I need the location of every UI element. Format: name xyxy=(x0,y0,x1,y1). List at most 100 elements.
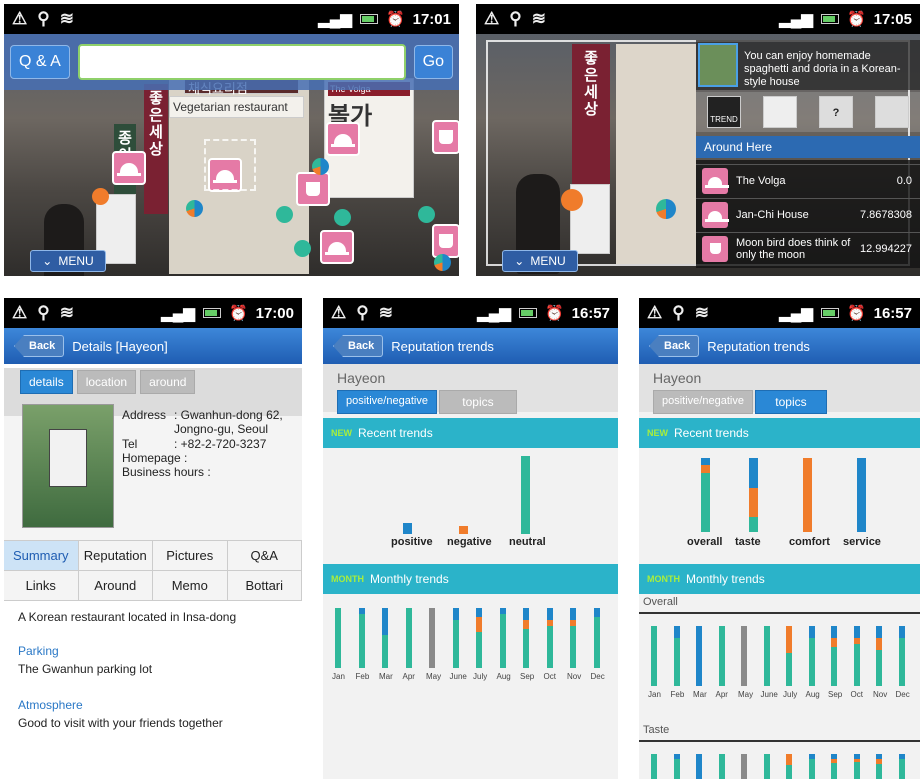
orange-poi-dot[interactable] xyxy=(92,188,109,205)
cafe-poi-icon[interactable] xyxy=(296,172,330,206)
bar-segment-positive xyxy=(570,608,576,620)
month-label: June xyxy=(449,672,467,681)
menu-qa[interactable]: Q&A xyxy=(227,541,302,571)
teal-poi-dot[interactable] xyxy=(294,240,311,257)
menu-around[interactable]: Around xyxy=(78,571,153,601)
bar-segment-neutral xyxy=(898,759,905,779)
list-item[interactable]: Moon bird does think of only the moon 12… xyxy=(696,232,920,264)
restaurant-name: Hayeon xyxy=(653,370,702,386)
around-list: The Volga 0.0 Jan-Chi House 7.8678308 Mo… xyxy=(696,160,920,268)
wifi-icon: ≋ xyxy=(59,9,74,28)
bar-segment-positive xyxy=(876,626,882,638)
menu-memo[interactable]: Memo xyxy=(153,571,228,601)
bar-segment-positive xyxy=(853,626,860,638)
page-title: Reputation trends xyxy=(707,338,810,354)
tab-topics[interactable]: topics xyxy=(754,390,827,414)
details-tabs: details location around xyxy=(20,370,302,394)
qa-icon[interactable]: ? xyxy=(819,96,853,128)
popup-panel[interactable]: You can enjoy homemade spaghetti and dor… xyxy=(696,40,920,90)
tab-positive-negative[interactable]: positive/negative xyxy=(337,390,437,414)
restaurant-poi-icon[interactable] xyxy=(326,122,360,156)
back-button[interactable]: Back xyxy=(14,335,65,357)
menu-button[interactable]: ⌄ MENU xyxy=(30,250,106,272)
month-label: June xyxy=(760,690,778,699)
bar-segment-neutral xyxy=(718,754,725,779)
bar-segment-positive xyxy=(546,608,553,620)
bar-segment-neutral xyxy=(382,635,388,668)
search-bar: Q & A Go xyxy=(4,34,459,90)
menu-pictures[interactable]: Pictures xyxy=(153,541,228,571)
month-label: July xyxy=(783,690,798,699)
tab-topics[interactable]: topics xyxy=(438,390,517,414)
restaurant-poi-icon[interactable] xyxy=(320,230,354,264)
cafe-icon xyxy=(702,235,728,262)
status-time: 17:01 xyxy=(412,10,451,28)
bar-segment-positive xyxy=(898,626,905,638)
bar-segment-positive xyxy=(452,608,459,620)
pie-poi-dot[interactable] xyxy=(434,254,451,271)
focus-frame xyxy=(204,139,256,191)
bar-segment-negative xyxy=(786,626,792,653)
trend-icon[interactable]: TREND xyxy=(707,96,741,128)
tab-details[interactable]: details xyxy=(20,370,73,394)
teal-poi-dot[interactable] xyxy=(276,206,293,223)
tab-positive-negative[interactable]: positive/negative xyxy=(653,390,753,414)
menu-bottari[interactable]: Bottari xyxy=(227,571,302,601)
bar-segment-neutral xyxy=(831,647,837,686)
status-bar: ⚠ ⚲ ≋ ▂▄▆ ⏰ 16:57 xyxy=(323,298,618,328)
menu-reputation[interactable]: Reputation xyxy=(78,541,153,571)
month-label: Mar xyxy=(379,672,393,681)
bar-neutral xyxy=(521,456,530,534)
cafe-poi-icon[interactable] xyxy=(432,224,459,258)
alert-icon: ⚠ xyxy=(331,303,347,322)
month-label: Mar xyxy=(693,690,707,699)
bar-segment-neutral xyxy=(651,626,657,686)
go-button[interactable]: Go xyxy=(413,45,453,79)
page-title: Details [Hayeon] xyxy=(72,338,168,354)
month-label: Dec xyxy=(590,672,605,681)
menu-links[interactable]: Links xyxy=(4,571,79,601)
people-icon[interactable] xyxy=(875,96,909,128)
new-tag: NEW xyxy=(647,428,668,438)
bar-segment-neutral xyxy=(853,761,860,779)
wifi-icon: ≋ xyxy=(694,303,709,322)
signal-icon: ▂▄▆ xyxy=(779,11,813,28)
chevron-down-icon: ⌄ xyxy=(42,254,53,268)
bar-segment-neutral xyxy=(673,638,680,686)
restaurant-poi-icon[interactable] xyxy=(112,151,146,185)
back-button[interactable]: Back xyxy=(649,335,700,357)
bar-segment-neutral xyxy=(763,626,770,686)
bar-segment-negative xyxy=(876,638,882,650)
list-item[interactable]: Jan-Chi House 7.8678308 xyxy=(696,198,920,230)
document-icon[interactable] xyxy=(763,96,797,128)
qa-button[interactable]: Q & A xyxy=(10,45,70,79)
status-time: 17:00 xyxy=(255,304,294,322)
menu-button[interactable]: ⌄ MENU xyxy=(502,250,578,272)
bar-segment-neutral xyxy=(876,764,882,779)
bar-segment-neutral xyxy=(876,650,882,686)
month-label: Jan xyxy=(332,672,345,681)
usb-icon: ⚲ xyxy=(37,303,50,322)
bar-segment-none xyxy=(741,626,747,686)
address-value: : Gwanhun-dong 62, Jongno-gu, Seoul xyxy=(174,408,283,436)
pie-poi-dot[interactable] xyxy=(312,158,329,175)
back-button[interactable]: Back xyxy=(333,335,384,357)
trends-posneg-screen: ⚠ ⚲ ≋ ▂▄▆ ⏰ 16:57 Back Reputation trends Hay… xyxy=(323,298,618,779)
list-item[interactable]: The Volga 0.0 xyxy=(696,164,920,196)
teal-poi-dot[interactable] xyxy=(418,206,435,223)
search-input[interactable] xyxy=(77,44,406,80)
overall-subheader: Overall xyxy=(639,596,920,614)
tab-around[interactable]: around xyxy=(140,370,196,394)
usb-icon: ⚲ xyxy=(509,9,522,28)
wifi-icon: ≋ xyxy=(378,303,393,322)
status-bar: ⚠ ⚲ ≋ ▂▄▆ ⏰ 17:00 xyxy=(4,298,302,328)
bar-segment-positive xyxy=(696,754,702,779)
pie-poi-dot[interactable] xyxy=(186,200,203,217)
menu-summary[interactable]: Summary xyxy=(4,541,79,571)
tel-value[interactable]: : +82-2-720-3237 xyxy=(174,437,266,451)
month-label: Feb xyxy=(355,672,370,681)
cafe-poi-icon[interactable] xyxy=(432,120,459,154)
usb-icon: ⚲ xyxy=(37,9,50,28)
teal-poi-dot[interactable] xyxy=(334,209,351,226)
tab-location[interactable]: location xyxy=(76,370,137,394)
